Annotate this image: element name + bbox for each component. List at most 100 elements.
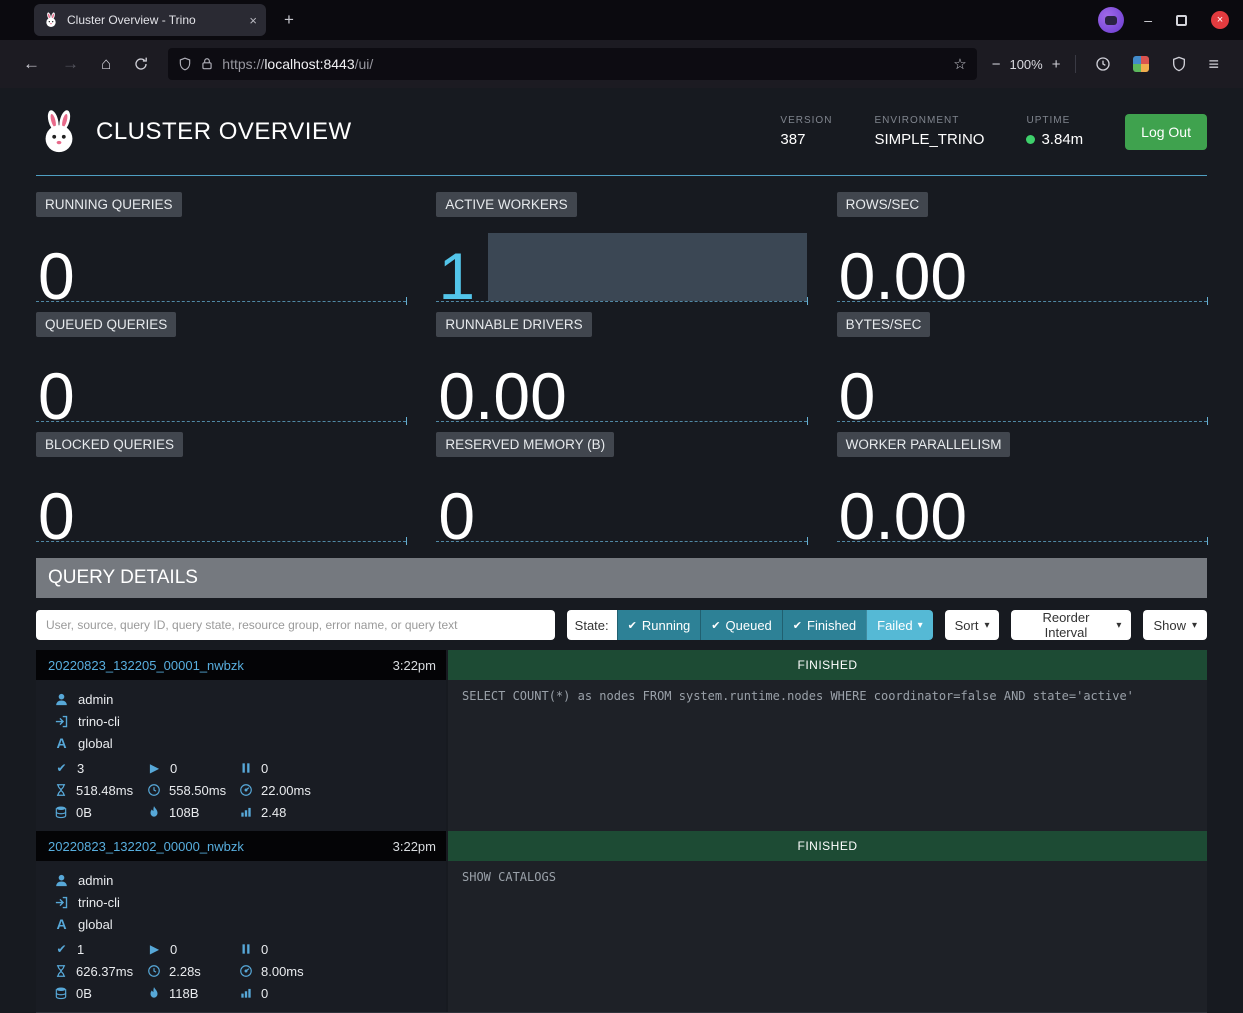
query-id-link[interactable]: 20220823_132205_00001_nwbzk xyxy=(48,658,393,673)
queued-time: 626.37ms xyxy=(54,960,147,982)
query-stats-grid: ✔ 3 ▶ 0 0 518.48ms xyxy=(54,757,446,823)
stat-label: RUNNABLE DRIVERS xyxy=(436,312,591,337)
query-search-input[interactable] xyxy=(36,610,555,640)
account-avatar[interactable] xyxy=(1098,7,1124,33)
logout-button[interactable]: Log Out xyxy=(1125,114,1207,150)
check-icon: ✔ xyxy=(54,761,69,775)
chevron-down-icon: ▾ xyxy=(1116,620,1121,631)
sort-dropdown[interactable]: Sort ▾ xyxy=(945,610,1000,640)
running-splits-value: 0 xyxy=(170,761,177,776)
stat-active-workers: ACTIVE WORKERS 1 xyxy=(436,192,806,302)
version-block: VERSION 387 xyxy=(780,115,832,148)
query-user-row: admin xyxy=(54,688,446,710)
history-clock-icon[interactable] xyxy=(1095,56,1111,72)
source-icon xyxy=(54,895,69,910)
nav-divider xyxy=(1075,55,1076,73)
resource-group-icon: A xyxy=(54,735,69,751)
minimize-button[interactable]: – xyxy=(1144,12,1152,28)
stat-value: 1 xyxy=(438,251,475,301)
elapsed-time-value: 2.28s xyxy=(169,964,201,979)
lock-icon[interactable] xyxy=(200,57,214,71)
stat-value: 0.00 xyxy=(839,491,967,541)
show-dropdown[interactable]: Show ▾ xyxy=(1143,610,1207,640)
stat-value: 0 xyxy=(839,371,876,421)
cpu-time-value: 8.00ms xyxy=(261,964,304,979)
stat-label: ACTIVE WORKERS xyxy=(436,192,576,217)
environment-label: ENVIRONMENT xyxy=(874,115,984,126)
stat-value: 0.00 xyxy=(839,251,967,301)
bookmark-star-icon[interactable]: ☆ xyxy=(953,55,966,73)
query-source-row: trino-cli xyxy=(54,891,446,913)
query-status-badge: FINISHED xyxy=(448,831,1207,861)
cpu-time: 8.00ms xyxy=(239,960,446,982)
page-header: CLUSTER OVERVIEW VERSION 387 ENVIRONMENT… xyxy=(36,88,1207,176)
stat-worker-parallelism: WORKER PARALLELISM 0.00 xyxy=(837,432,1207,542)
play-icon: ▶ xyxy=(147,942,162,956)
extension-icon[interactable] xyxy=(1133,56,1149,72)
version-label: VERSION xyxy=(780,115,832,126)
bars-icon xyxy=(239,805,253,819)
uptime-status-dot xyxy=(1026,135,1035,144)
home-button[interactable]: ⌂ xyxy=(90,54,122,74)
zoom-in-button[interactable]: + xyxy=(1045,56,1068,73)
filter-finished-label: Finished xyxy=(807,618,856,633)
cumulative-memory: 0 xyxy=(239,982,446,1004)
menu-button[interactable]: ≡ xyxy=(1198,54,1229,75)
query-row-body: admin trino-cli A global ✔ 3 ▶ xyxy=(36,680,1207,831)
zoom-out-button[interactable]: − xyxy=(985,56,1008,73)
filter-running-label: Running xyxy=(642,618,690,633)
filter-finished-button[interactable]: ✔ Finished xyxy=(782,610,866,640)
queued-splits-value: 0 xyxy=(261,761,268,776)
stat-value: 0 xyxy=(38,251,75,301)
stat-bytes-sec: BYTES/SEC 0 xyxy=(837,312,1207,422)
clock-icon xyxy=(147,964,161,978)
reorder-interval-dropdown[interactable]: Reorder Interval ▾ xyxy=(1011,610,1131,640)
tracking-shield-icon[interactable] xyxy=(178,57,192,71)
url-path: /ui/ xyxy=(355,56,374,72)
query-status-badge: FINISHED xyxy=(448,650,1207,680)
trino-logo xyxy=(36,109,82,155)
user-icon xyxy=(54,873,69,888)
restore-button[interactable] xyxy=(1176,15,1187,26)
chevron-down-icon: ▾ xyxy=(1192,620,1197,631)
filter-running-button[interactable]: ✔ Running xyxy=(617,610,701,640)
completed-splits: ✔ 3 xyxy=(54,757,147,779)
stat-label: RUNNING QUERIES xyxy=(36,192,182,217)
stat-rows-sec: ROWS/SEC 0.00 xyxy=(837,192,1207,302)
hourglass-icon xyxy=(54,783,68,797)
cpu-time: 22.00ms xyxy=(239,779,446,801)
stat-label: QUEUED QUERIES xyxy=(36,312,176,337)
tab-title: Cluster Overview - Trino xyxy=(67,13,241,27)
flame-icon xyxy=(147,805,161,819)
window-close-button[interactable]: × xyxy=(1211,11,1229,29)
privacy-shield-icon[interactable] xyxy=(1171,56,1187,72)
stat-running-queries: RUNNING QUERIES 0 xyxy=(36,192,406,302)
query-id-link[interactable]: 20220823_132202_00000_nwbzk xyxy=(48,839,393,854)
reload-button[interactable] xyxy=(133,56,149,72)
user-icon xyxy=(54,692,69,707)
stat-label: WORKER PARALLELISM xyxy=(837,432,1011,457)
query-resource-group-row: A global xyxy=(54,913,446,935)
reorder-interval-label: Reorder Interval xyxy=(1021,610,1110,640)
address-bar[interactable]: https://localhost:8443/ui/ ☆ xyxy=(168,48,976,80)
query-time: 3:22pm xyxy=(393,839,436,854)
version-value: 387 xyxy=(780,131,832,148)
pause-icon xyxy=(239,761,253,775)
new-tab-button[interactable]: + xyxy=(278,10,300,30)
query-source: trino-cli xyxy=(78,895,120,910)
query-resource-group: global xyxy=(78,736,113,751)
queued-splits-value: 0 xyxy=(261,942,268,957)
queued-time: 518.48ms xyxy=(54,779,147,801)
stat-value: 0 xyxy=(38,371,75,421)
tab-close-icon[interactable]: × xyxy=(249,13,257,28)
browser-tab[interactable]: Cluster Overview - Trino × xyxy=(34,4,266,36)
uptime-block: UPTIME 3.84m xyxy=(1026,115,1083,148)
forward-button[interactable]: → xyxy=(51,54,90,74)
filter-queued-button[interactable]: ✔ Queued xyxy=(700,610,781,640)
stat-value: 0.00 xyxy=(438,371,566,421)
filter-failed-dropdown[interactable]: Failed ▾ xyxy=(866,610,932,640)
back-button[interactable]: ← xyxy=(12,54,51,74)
query-id-bar: 20220823_132202_00000_nwbzk 3:22pm xyxy=(36,831,446,861)
zoom-level[interactable]: 100% xyxy=(1007,57,1044,72)
uptime-text: 3.84m xyxy=(1041,131,1083,148)
